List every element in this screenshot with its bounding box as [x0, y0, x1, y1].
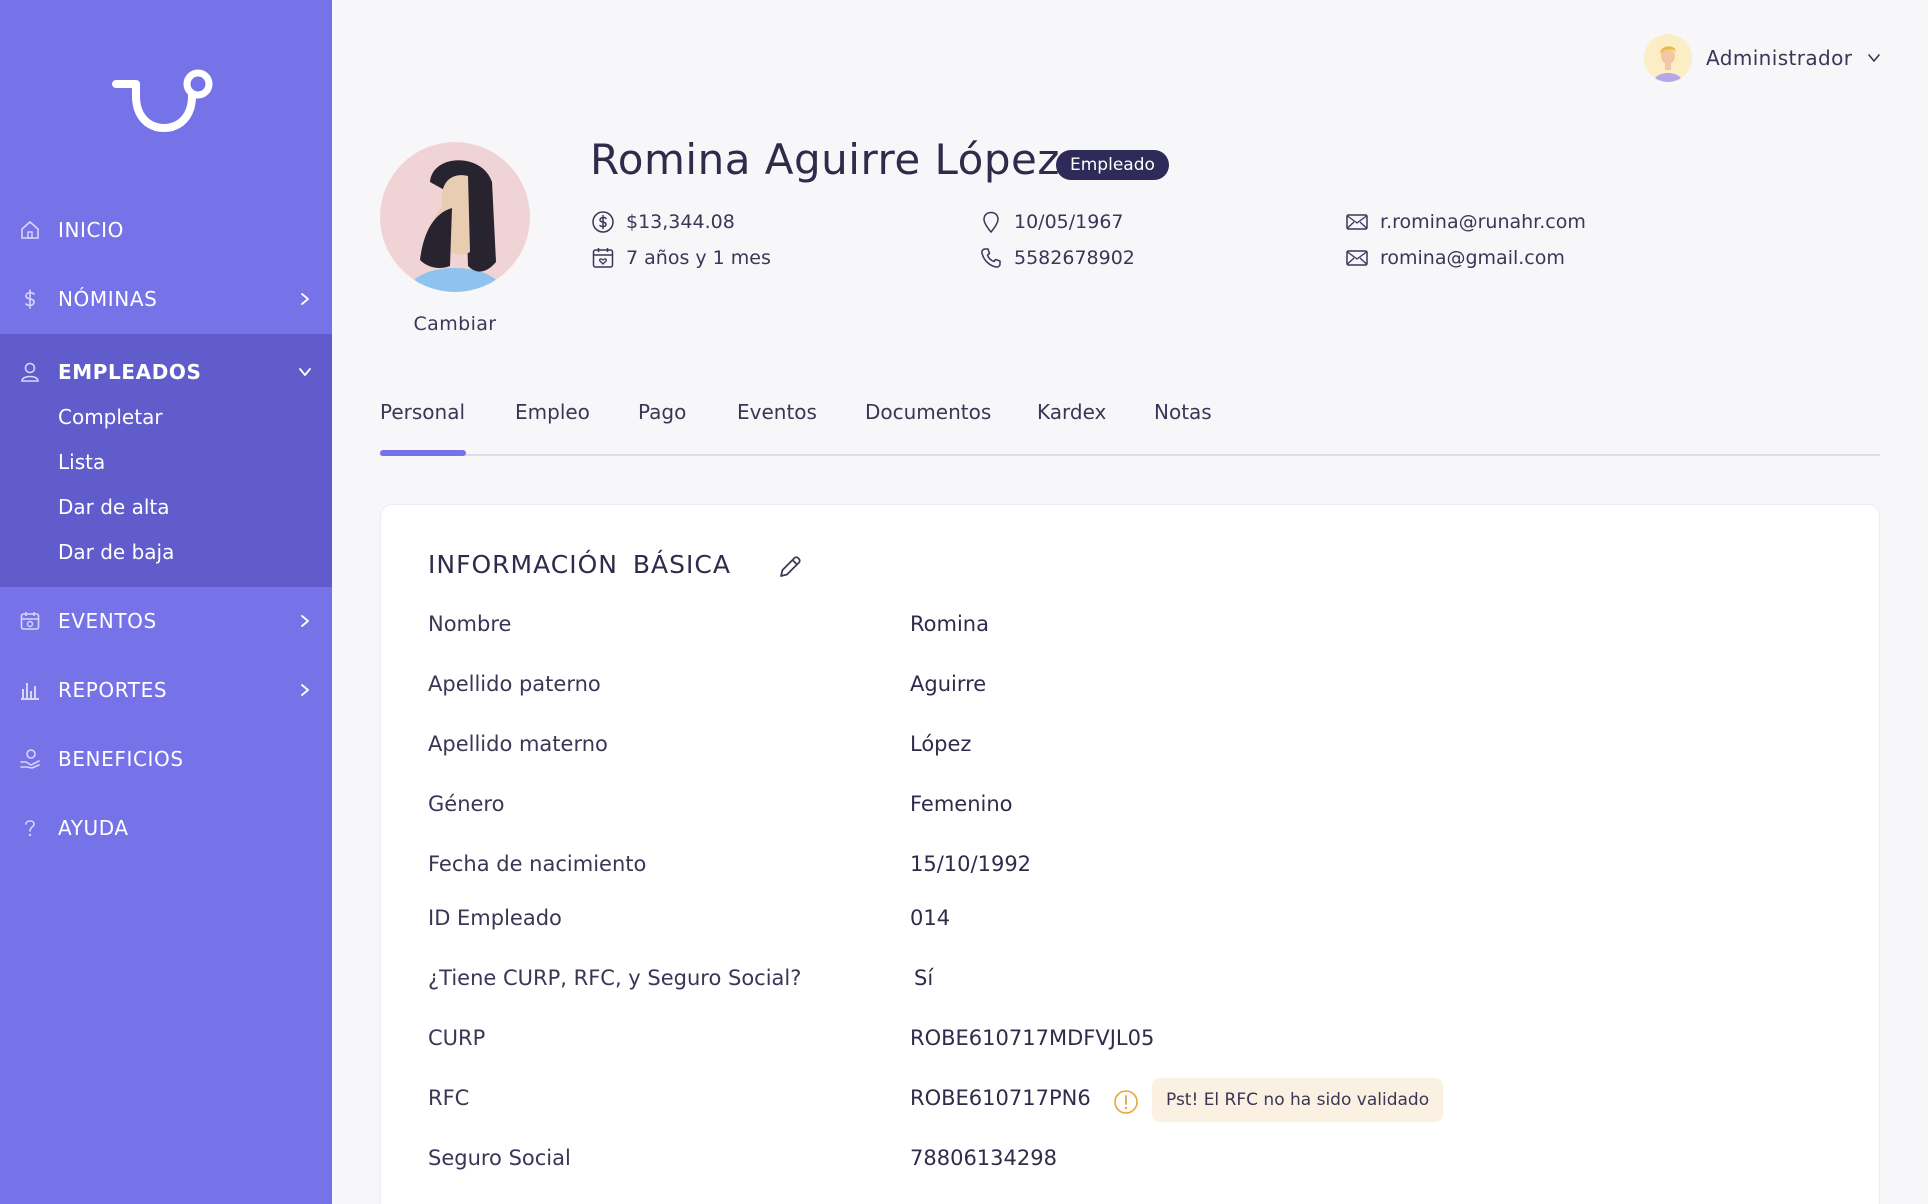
sidebar-item-reportes[interactable]: REPORTES [0, 662, 332, 718]
submenu-dar-de-alta[interactable]: Dar de alta [58, 495, 170, 519]
submenu-dar-de-baja[interactable]: Dar de baja [58, 540, 174, 564]
chevron-right-icon [296, 612, 314, 630]
salary-meta: $13,344.08 [590, 209, 735, 235]
chevron-down-icon [1868, 54, 1881, 62]
chevron-down-icon [296, 363, 314, 381]
section-title: INFORMACIÓN BÁSICA [428, 550, 731, 579]
field-value-id-empleado: 014 [910, 906, 951, 930]
sidebar-item-inicio[interactable]: INICIO [0, 202, 332, 258]
tab-documentos[interactable]: Documentos [865, 400, 991, 424]
mail-icon [1344, 209, 1370, 235]
user-icon [18, 360, 42, 384]
seniority-meta: 7 años y 1 mes [590, 245, 771, 271]
warning-icon[interactable] [1113, 1089, 1139, 1115]
benefits-hand-icon [18, 747, 42, 771]
phone-value: 5582678902 [1014, 247, 1135, 269]
phone-icon [978, 245, 1004, 271]
field-value-rfc: ROBE610717PN6 [910, 1086, 1091, 1110]
tab-empleo[interactable]: Empleo [515, 400, 590, 424]
dollar-icon [18, 287, 42, 311]
sidebar-item-label: REPORTES [58, 678, 168, 702]
personal-email-value[interactable]: romina@gmail.com [1380, 247, 1565, 269]
field-label-rfc: RFC [428, 1086, 470, 1110]
calendar-icon [18, 609, 42, 633]
submenu-lista[interactable]: Lista [58, 450, 105, 474]
sidebar-item-eventos[interactable]: EVENTOS [0, 593, 332, 649]
field-label-curp: CURP [428, 1026, 486, 1050]
field-label-fecha-nacimiento: Fecha de nacimiento [428, 852, 647, 876]
rfc-warning-tooltip: Pst! El RFC no ha sido validado [1152, 1078, 1444, 1122]
mail-icon [1344, 245, 1370, 271]
field-label-nombre: Nombre [428, 612, 512, 636]
user-name: Administrador [1706, 46, 1853, 70]
sidebar-item-label: NÓMINAS [58, 287, 158, 311]
tab-pago[interactable]: Pago [638, 400, 686, 424]
seniority-value: 7 años y 1 mes [626, 247, 771, 269]
sidebar-item-nominas[interactable]: NÓMINAS [0, 271, 332, 327]
personal-email-meta: romina@gmail.com [1344, 245, 1565, 271]
sidebar: INICIO NÓMINAS EMPLEADOS Completar Lista… [0, 0, 332, 1204]
phone-meta: 5582678902 [978, 245, 1135, 271]
calendar-heart-icon [590, 245, 616, 271]
tab-eventos[interactable]: Eventos [737, 400, 817, 424]
sidebar-item-label: BENEFICIOS [58, 747, 184, 771]
user-avatar [1644, 34, 1692, 82]
field-label-apellido-materno: Apellido materno [428, 732, 608, 756]
location-pin-icon [978, 209, 1004, 235]
birthdate-value: 10/05/1967 [1014, 211, 1124, 233]
field-label-id-empleado: ID Empleado [428, 906, 562, 930]
field-label-seguro-social: Seguro Social [428, 1146, 571, 1170]
sidebar-item-beneficios[interactable]: BENEFICIOS [0, 731, 332, 787]
sidebar-item-label: INICIO [58, 218, 124, 242]
pencil-icon[interactable] [776, 553, 804, 581]
bar-chart-icon [18, 678, 42, 702]
sidebar-item-label: AYUDA [58, 816, 129, 840]
field-value-apellido-paterno: Aguirre [910, 672, 987, 696]
sidebar-item-label: EMPLEADOS [58, 360, 202, 384]
profile-avatar [380, 142, 530, 292]
change-photo-link[interactable]: Cambiar [380, 313, 530, 335]
field-value-curp: ROBE610717MDFVJL05 [910, 1026, 1155, 1050]
submenu-completar[interactable]: Completar [58, 405, 163, 429]
birthdate-meta: 10/05/1967 [978, 209, 1124, 235]
work-email-value[interactable]: r.romina@runahr.com [1380, 211, 1586, 233]
tab-notas[interactable]: Notas [1154, 400, 1212, 424]
sidebar-group-empleados: EMPLEADOS Completar Lista Dar de alta Da… [0, 334, 332, 587]
question-icon [18, 816, 42, 840]
field-value-apellido-materno: López [910, 732, 972, 756]
field-label-apellido-paterno: Apellido paterno [428, 672, 601, 696]
status-badge: Empleado [1056, 150, 1169, 180]
salary-value: $13,344.08 [626, 211, 735, 233]
field-label-genero: Género [428, 792, 505, 816]
field-value-nombre: Romina [910, 612, 989, 636]
field-value-seguro-social: 78806134298 [910, 1146, 1057, 1170]
sidebar-item-ayuda[interactable]: AYUDA [0, 800, 332, 856]
app-logo[interactable] [112, 66, 216, 138]
profile-name: Romina Aguirre López [590, 135, 1060, 184]
tabs-divider [380, 454, 1880, 456]
dollar-circle-icon [590, 209, 616, 235]
field-value-tiene-documentos: Sí [914, 966, 934, 990]
active-tab-indicator [380, 450, 466, 456]
sidebar-item-empleados[interactable]: EMPLEADOS [0, 344, 332, 400]
work-email-meta: r.romina@runahr.com [1344, 209, 1586, 235]
tab-kardex[interactable]: Kardex [1037, 400, 1106, 424]
sidebar-item-label: EVENTOS [58, 609, 157, 633]
field-label-tiene-documentos: ¿Tiene CURP, RFC, y Seguro Social? [428, 966, 802, 990]
home-icon [18, 218, 42, 242]
field-value-fecha-nacimiento: 15/10/1992 [910, 852, 1032, 876]
field-value-genero: Femenino [910, 792, 1013, 816]
chevron-right-icon [296, 290, 314, 308]
user-menu[interactable]: Administrador [1644, 34, 1882, 82]
chevron-right-icon [296, 681, 314, 699]
tab-personal[interactable]: Personal [380, 400, 465, 424]
